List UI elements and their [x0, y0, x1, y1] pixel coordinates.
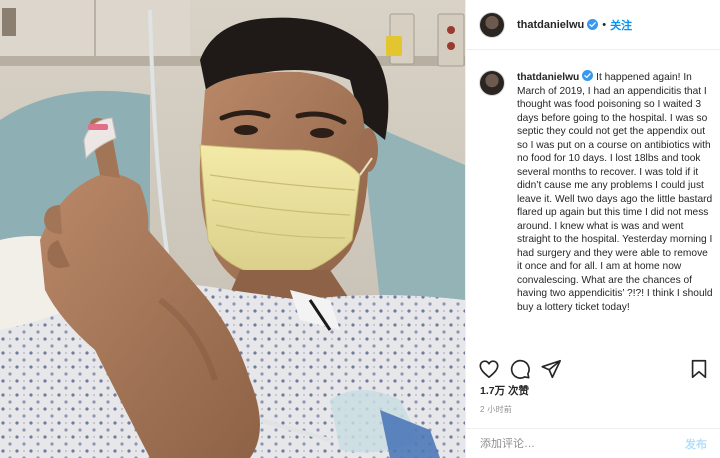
caption-avatar[interactable]	[479, 70, 505, 96]
caption-comment: thatdanielwu It happened again! In March…	[479, 70, 715, 314]
verified-badge-icon	[587, 19, 599, 30]
hospital-selfie-image	[0, 0, 465, 458]
bookmark-icon[interactable]	[688, 358, 710, 380]
share-icon[interactable]	[540, 358, 562, 380]
post-header: thatdanielwu • 关注	[466, 0, 720, 50]
post-comment-button[interactable]: 发布	[685, 436, 707, 452]
caption-text-block: thatdanielwu It happened again! In March…	[517, 70, 715, 314]
like-count[interactable]: 1.7万 次赞	[480, 383, 529, 398]
caption-verified-badge-icon	[582, 70, 594, 81]
instagram-post: thatdanielwu • 关注 thatdanielwu It happen…	[0, 0, 720, 458]
post-sidebar: thatdanielwu • 关注 thatdanielwu It happen…	[465, 0, 720, 458]
comment-box: 发布	[466, 428, 720, 458]
comment-input[interactable]	[480, 437, 685, 450]
post-timestamp[interactable]: 2 小时前	[480, 404, 512, 415]
action-bar	[466, 355, 720, 383]
caption-text: It happened again! In March of 2019, I h…	[517, 72, 713, 313]
follow-button[interactable]: 关注	[610, 17, 632, 33]
separator-dot: •	[602, 18, 607, 31]
caption-username-link[interactable]: thatdanielwu	[517, 72, 579, 83]
post-photo[interactable]	[0, 0, 465, 458]
avatar[interactable]	[479, 11, 505, 38]
comment-icon[interactable]	[509, 358, 531, 380]
heart-icon[interactable]	[478, 358, 500, 380]
username-link[interactable]: thatdanielwu	[517, 19, 584, 31]
